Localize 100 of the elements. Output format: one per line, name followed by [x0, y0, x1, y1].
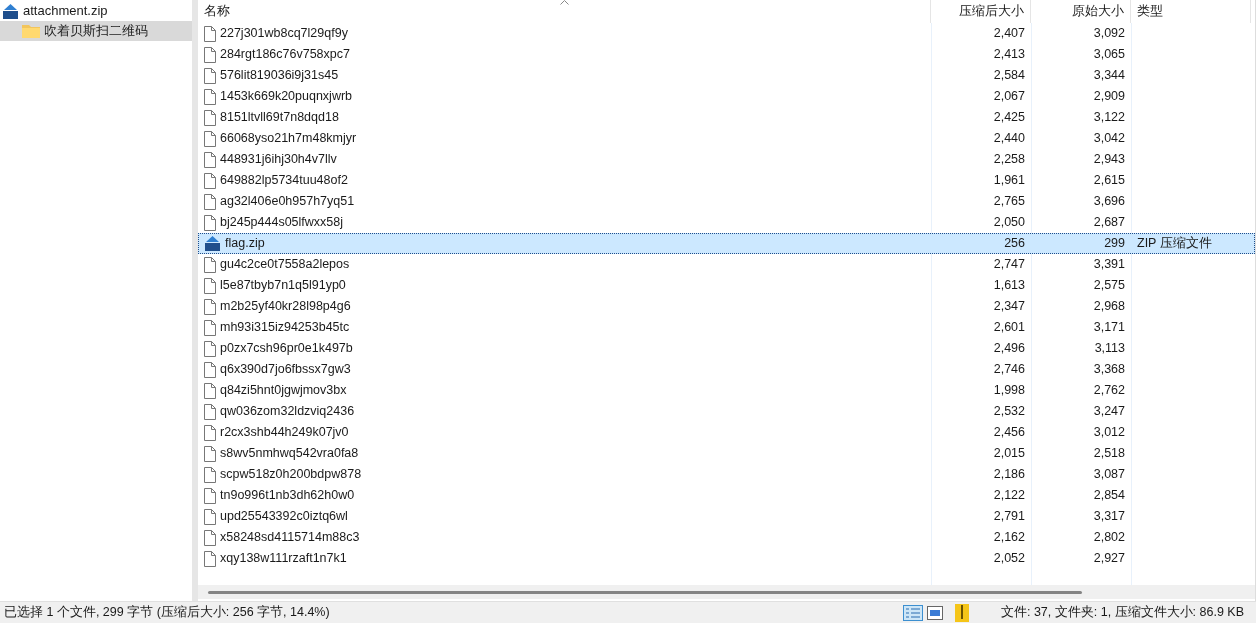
- file-row[interactable]: 66068yso21h7m48kmjyr 2,440 3,042: [198, 128, 1255, 149]
- column-header[interactable]: 名称: [198, 0, 931, 23]
- file-name: 448931j6ihj30h4v7llv: [220, 151, 337, 169]
- column-header[interactable]: 类型: [1131, 0, 1251, 23]
- file-type: ZIP 压缩文件: [1137, 235, 1212, 253]
- file-row[interactable]: 576lit819036i9j31s45 2,584 3,344: [198, 65, 1255, 86]
- file-row[interactable]: q6x390d7jo6fbssx7gw3 2,746 3,368: [198, 359, 1255, 380]
- file-row[interactable]: 1453k669k20puqnxjwrb 2,067 2,909: [198, 86, 1255, 107]
- tree-item[interactable]: attachment.zip: [0, 1, 192, 21]
- file-icon: [204, 67, 216, 84]
- compressed-size: 2,456: [993, 424, 1025, 442]
- original-size: 3,092: [1093, 25, 1125, 43]
- original-size: 2,762: [1093, 382, 1125, 400]
- file-icon: [204, 424, 216, 441]
- file-row[interactable]: r2cx3shb44h249k07jv0 2,456 3,012: [198, 422, 1255, 443]
- file-row[interactable]: mh93i315iz94253b45tc 2,601 3,171: [198, 317, 1255, 338]
- file-icon: [204, 151, 216, 168]
- compressed-size: 2,347: [993, 298, 1025, 316]
- details-view-icon[interactable]: [902, 604, 923, 621]
- compressed-size: 2,791: [993, 508, 1025, 526]
- compressed-size: 1,613: [993, 277, 1025, 295]
- column-header[interactable]: 原始大小: [1031, 0, 1131, 23]
- file-icon: [204, 214, 216, 231]
- file-name: 649882lp5734tuu48of2: [220, 172, 348, 190]
- compressed-size: 1,998: [993, 382, 1025, 400]
- compressed-size: 2,015: [993, 445, 1025, 463]
- file-icon: [204, 382, 216, 399]
- file-icon: [204, 508, 216, 525]
- original-size: 3,171: [1093, 319, 1125, 337]
- file-row[interactable]: 8151ltvll69t7n8dqd18 2,425 3,122: [198, 107, 1255, 128]
- file-icon: [204, 550, 216, 567]
- compressed-size: 2,067: [993, 88, 1025, 106]
- file-row[interactable]: scpw518z0h200bdpw878 2,186 3,087: [198, 464, 1255, 485]
- original-size: 2,909: [1093, 88, 1125, 106]
- file-name: bj245p444s05lfwxx58j: [220, 214, 343, 232]
- compressed-size: 2,052: [993, 550, 1025, 568]
- file-name: upd25543392c0iztq6wl: [220, 508, 348, 526]
- file-row[interactable]: gu4c2ce0t7558a2lepos 2,747 3,391: [198, 254, 1255, 275]
- original-size: 299: [1104, 235, 1125, 253]
- file-row[interactable]: l5e87tbyb7n1q5l91yp0 1,613 2,575: [198, 275, 1255, 296]
- file-icon: [204, 88, 216, 105]
- file-row[interactable]: 284rgt186c76v758xpc7 2,413 3,065: [198, 44, 1255, 65]
- original-size: 3,696: [1093, 193, 1125, 211]
- file-row[interactable]: m2b25yf40kr28l98p4g6 2,347 2,968: [198, 296, 1255, 317]
- file-name: scpw518z0h200bdpw878: [220, 466, 362, 484]
- compressed-size: 2,122: [993, 487, 1025, 505]
- compressed-size: 256: [1004, 235, 1025, 253]
- compressed-size: 1,961: [993, 172, 1025, 190]
- file-row[interactable]: x58248sd4115714m88c3 2,162 2,802: [198, 527, 1255, 548]
- status-text: 已选择 1 个文件, 299 字节 (压缩后大小: 256 字节, 14.4%): [3, 604, 330, 622]
- archive-icon[interactable]: [954, 603, 969, 622]
- file-icon: [204, 109, 216, 126]
- original-size: 3,042: [1093, 130, 1125, 148]
- file-name: l5e87tbyb7n1q5l91yp0: [220, 277, 346, 295]
- preview-view-icon[interactable]: [926, 605, 943, 620]
- file-name: gu4c2ce0t7558a2lepos: [220, 256, 350, 274]
- original-size: 3,122: [1093, 109, 1125, 127]
- horizontal-scrollbar[interactable]: [198, 585, 1255, 599]
- file-row[interactable]: bj245p444s05lfwxx58j 2,050 2,687: [198, 212, 1255, 233]
- file-name: p0zx7csh96pr0e1k497b: [220, 340, 353, 358]
- file-icon: [204, 403, 216, 420]
- file-name: flag.zip: [225, 235, 265, 253]
- file-row[interactable]: upd25543392c0iztq6wl 2,791 3,317: [198, 506, 1255, 527]
- file-row[interactable]: qw036zom32ldzviq2436 2,532 3,247: [198, 401, 1255, 422]
- file-icon: [204, 466, 216, 483]
- file-row[interactable]: 448931j6ihj30h4v7llv 2,258 2,943: [198, 149, 1255, 170]
- compressed-size: 2,746: [993, 361, 1025, 379]
- file-row[interactable]: p0zx7csh96pr0e1k497b 2,496 3,113: [198, 338, 1255, 359]
- file-row[interactable]: ag32l406e0h957h7yq51 2,765 3,696: [198, 191, 1255, 212]
- compressed-size: 2,407: [993, 25, 1025, 43]
- file-row[interactable]: q84zi5hnt0jgwjmov3bx 1,998 2,762: [198, 380, 1255, 401]
- status-summary: 文件: 37, 文件夹: 1, 压缩文件大小: 86.9 KB: [1000, 604, 1245, 622]
- original-size: 3,368: [1093, 361, 1125, 379]
- compressed-size: 2,050: [993, 214, 1025, 232]
- file-row[interactable]: s8wv5nmhwq542vra0fa8 2,015 2,518: [198, 443, 1255, 464]
- original-size: 2,687: [1093, 214, 1125, 232]
- original-size: 2,968: [1093, 298, 1125, 316]
- compressed-size: 2,601: [993, 319, 1025, 337]
- original-size: 3,247: [1093, 403, 1125, 421]
- file-row[interactable]: xqy138w111rzaft1n7k1 2,052 2,927: [198, 548, 1255, 569]
- file-name: s8wv5nmhwq542vra0fa8: [220, 445, 359, 463]
- file-name: 8151ltvll69t7n8dqd18: [220, 109, 339, 127]
- file-icon: [204, 46, 216, 63]
- file-row[interactable]: 227j301wb8cq7l29qf9y 2,407 3,092: [198, 23, 1255, 44]
- file-icon: [204, 25, 216, 42]
- file-icon: [204, 130, 216, 147]
- original-size: 2,518: [1093, 445, 1125, 463]
- file-name: 227j301wb8cq7l29qf9y: [220, 25, 348, 43]
- zip-file-icon: [2, 2, 19, 20]
- file-row[interactable]: tn9o996t1nb3dh62h0w0 2,122 2,854: [198, 485, 1255, 506]
- column-header[interactable]: 压缩后大小: [931, 0, 1031, 23]
- file-name: tn9o996t1nb3dh62h0w0: [220, 487, 355, 505]
- compressed-size: 2,258: [993, 151, 1025, 169]
- file-icon: [204, 529, 216, 546]
- file-row[interactable]: 649882lp5734tuu48of2 1,961 2,615: [198, 170, 1255, 191]
- tree-item[interactable]: 吹着贝斯扫二维码: [0, 21, 192, 41]
- file-row[interactable]: flag.zip 256 299 ZIP 压缩文件: [198, 233, 1255, 254]
- compressed-size: 2,532: [993, 403, 1025, 421]
- file-icon: [204, 445, 216, 462]
- file-icon: [204, 256, 216, 273]
